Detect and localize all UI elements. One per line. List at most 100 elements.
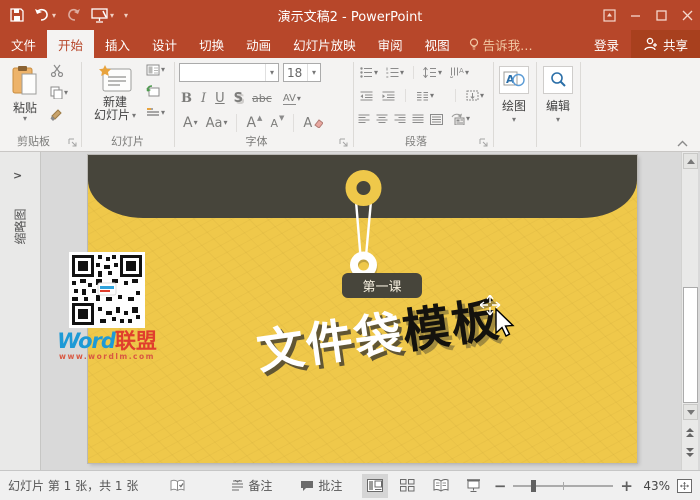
text-direction-caret-icon[interactable]: ▾ [465, 70, 469, 76]
tab-view[interactable]: 视图 [414, 30, 461, 58]
tab-animations[interactable]: 动画 [235, 30, 282, 58]
drawing-caret-icon[interactable]: ▾ [512, 117, 516, 123]
format-painter-button[interactable] [48, 107, 70, 122]
scroll-down-button[interactable] [683, 404, 698, 420]
ribbon-display-options-icon[interactable] [596, 0, 622, 30]
redo-button[interactable] [66, 8, 81, 22]
collapse-ribbon-icon[interactable] [677, 140, 688, 147]
comments-button[interactable]: 批注 [294, 477, 348, 494]
section-button[interactable]: ▾ [144, 106, 167, 120]
bold-button[interactable]: B [181, 91, 192, 106]
change-case-button[interactable]: Aa ▾ [204, 115, 230, 132]
paragraph-dialog-launcher-icon[interactable] [479, 138, 489, 148]
undo-button[interactable]: ▾ [34, 8, 56, 22]
drawing-button[interactable]: A 绘图 ▾ [496, 61, 532, 135]
save-icon[interactable] [10, 8, 24, 22]
numbering-button[interactable]: ▾ [384, 66, 406, 79]
text-shadow-button[interactable]: S [234, 91, 243, 106]
tab-design[interactable]: 设计 [141, 30, 188, 58]
shrink-font-button[interactable]: A▼ [268, 116, 286, 131]
slideshow-view-button[interactable] [461, 474, 487, 498]
tab-file[interactable]: 文件 [0, 30, 47, 58]
scrollbar-thumb[interactable] [683, 287, 698, 403]
font-size-combo[interactable]: 18 ▾ [283, 63, 321, 82]
char-spacing-caret-icon[interactable]: ▾ [297, 96, 301, 102]
paste-button[interactable]: 粘贴 ▾ [6, 60, 44, 134]
line-spacing-button[interactable]: ▾ [421, 66, 444, 79]
minimize-button[interactable] [622, 0, 648, 30]
font-size-dropdown-icon[interactable]: ▾ [307, 64, 320, 81]
align-text-button[interactable]: ▾ [464, 89, 486, 102]
spell-check-button[interactable] [164, 479, 191, 493]
text-direction-button[interactable]: A ▾ [448, 66, 471, 79]
zoom-percentage[interactable]: 43% [640, 479, 670, 493]
reset-slide-button[interactable] [144, 84, 167, 99]
slide-sorter-view-button[interactable] [395, 474, 421, 498]
smartart-caret-icon[interactable]: ▾ [466, 116, 470, 122]
font-color-button[interactable]: A ▾ [181, 114, 200, 132]
zoom-slider-thumb[interactable] [531, 480, 536, 492]
zoom-out-button[interactable]: − [494, 481, 507, 491]
scroll-up-button[interactable] [683, 153, 698, 169]
clear-formatting-button[interactable]: A [301, 115, 325, 132]
paste-caret-icon[interactable]: ▾ [23, 116, 27, 122]
zoom-in-button[interactable]: + [620, 481, 633, 491]
editing-caret-icon[interactable]: ▾ [556, 117, 560, 123]
justify-button[interactable] [412, 114, 424, 124]
section-caret-icon[interactable]: ▾ [161, 110, 165, 116]
expand-pane-icon[interactable]: > [13, 169, 22, 182]
distribute-button[interactable] [430, 114, 443, 125]
clipboard-dialog-launcher-icon[interactable] [68, 138, 78, 148]
customize-qat-icon[interactable]: ▾ [124, 11, 128, 20]
tab-review[interactable]: 审阅 [367, 30, 414, 58]
decrease-indent-button[interactable] [358, 90, 375, 102]
line-spacing-caret-icon[interactable]: ▾ [438, 70, 442, 76]
change-case-caret-icon[interactable]: ▾ [223, 120, 227, 126]
normal-view-button[interactable] [362, 474, 388, 498]
font-name-dropdown-icon[interactable]: ▾ [265, 64, 278, 81]
copy-caret-icon[interactable]: ▾ [64, 90, 68, 96]
grow-font-button[interactable]: A▲ [244, 114, 264, 132]
start-slideshow-button[interactable]: ▾ [91, 8, 114, 23]
zoom-slider[interactable] [513, 485, 613, 487]
new-slide-caret-icon[interactable]: ▾ [132, 113, 136, 119]
align-center-button[interactable] [376, 114, 388, 124]
underline-button[interactable]: U [215, 91, 225, 106]
next-slide-button[interactable] [686, 448, 694, 457]
convert-smartart-button[interactable]: ▾ [449, 112, 472, 126]
strikethrough-button[interactable]: abc [252, 92, 272, 105]
font-name-combo[interactable]: ▾ [179, 63, 279, 82]
layout-button[interactable]: ▾ [144, 63, 167, 77]
slideshow-caret-icon[interactable]: ▾ [110, 11, 114, 20]
tab-transitions[interactable]: 切换 [188, 30, 235, 58]
align-right-button[interactable] [394, 114, 406, 124]
editing-button[interactable]: 编辑 ▾ [540, 61, 576, 135]
close-button[interactable] [674, 0, 700, 30]
previous-slide-button[interactable] [686, 428, 694, 437]
vertical-scrollbar[interactable] [681, 152, 698, 470]
new-slide-button[interactable]: 新建 幻灯片 ▾ [90, 60, 140, 134]
undo-caret-icon[interactable]: ▾ [52, 11, 56, 20]
tell-me-box[interactable]: 告诉我… [461, 30, 541, 58]
maximize-button[interactable] [648, 0, 674, 30]
columns-button[interactable]: ▾ [414, 90, 436, 102]
font-color-caret-icon[interactable]: ▾ [194, 120, 198, 126]
tab-slideshow[interactable]: 幻灯片放映 [282, 30, 367, 58]
thumbnail-pane-collapsed[interactable]: > 缩略图 [0, 152, 41, 470]
font-dialog-launcher-icon[interactable] [339, 138, 349, 148]
notes-button[interactable]: 备注 [225, 477, 278, 494]
increase-indent-button[interactable] [380, 90, 397, 102]
layout-caret-icon[interactable]: ▾ [161, 67, 165, 73]
cut-button[interactable] [48, 63, 70, 78]
slide-canvas[interactable]: 第一课 文件袋模板 [88, 155, 637, 463]
bullets-button[interactable]: ▾ [358, 66, 380, 79]
share-button[interactable]: 共享 [631, 30, 700, 58]
reading-view-button[interactable] [428, 474, 454, 498]
copy-button[interactable]: ▾ [48, 85, 70, 100]
numbering-caret-icon[interactable]: ▾ [400, 70, 404, 76]
align-text-caret-icon[interactable]: ▾ [480, 93, 484, 99]
columns-caret-icon[interactable]: ▾ [430, 93, 434, 99]
bullets-caret-icon[interactable]: ▾ [374, 70, 378, 76]
tab-home[interactable]: 开始 [47, 30, 94, 58]
char-spacing-button[interactable]: AV ▾ [281, 92, 303, 106]
